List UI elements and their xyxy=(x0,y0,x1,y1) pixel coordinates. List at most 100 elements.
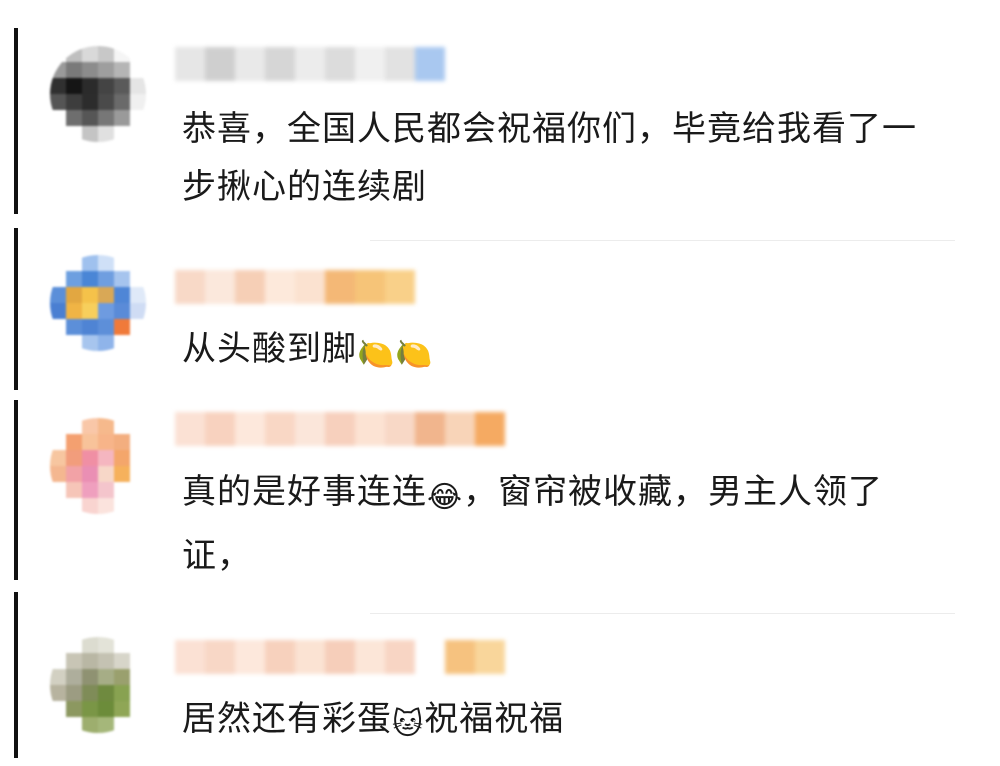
avatar-pixel xyxy=(130,637,146,653)
avatar-pixel xyxy=(82,126,98,142)
avatar-pixel xyxy=(98,78,114,94)
avatar-pixel xyxy=(50,78,66,94)
avatar-pixel xyxy=(130,303,146,319)
username-pixel xyxy=(415,47,445,81)
username-pixel xyxy=(205,640,235,674)
avatar-pixel xyxy=(130,287,146,303)
avatar-pixel xyxy=(50,110,66,126)
avatar-pixel xyxy=(66,255,82,271)
username-pixel xyxy=(295,270,325,304)
comment-text: 居然还有彩蛋🐱祝福祝福 xyxy=(182,690,930,754)
avatar-pixel xyxy=(66,62,82,78)
avatar-pixel xyxy=(98,434,114,450)
avatar-pixel xyxy=(66,482,82,498)
avatar-pixel xyxy=(82,434,98,450)
cat-emoji-icon: 🐱 xyxy=(392,707,425,742)
username-blurred[interactable] xyxy=(175,412,505,446)
avatar-pixel xyxy=(98,319,114,335)
avatar-pixel xyxy=(66,701,82,717)
username-pixel xyxy=(205,270,235,304)
avatar-pixel xyxy=(82,669,98,685)
username-pixel xyxy=(175,412,205,446)
avatar-pixel xyxy=(82,319,98,335)
username-pixel xyxy=(385,640,415,674)
avatar-pixel xyxy=(82,271,98,287)
avatar-pixel xyxy=(130,701,146,717)
avatar-pixel xyxy=(82,94,98,110)
avatar-pixel xyxy=(130,46,146,62)
avatar-pixel xyxy=(114,653,130,669)
username-blurred[interactable] xyxy=(175,270,415,304)
comment-marker xyxy=(14,28,18,214)
avatar[interactable] xyxy=(50,255,146,351)
avatar-pixel xyxy=(130,498,146,514)
avatar-pixel xyxy=(50,653,66,669)
avatar-pixel xyxy=(50,482,66,498)
avatar-pixel xyxy=(114,498,130,514)
avatar-pixel xyxy=(50,94,66,110)
username-pixel xyxy=(445,640,475,674)
username-pixel xyxy=(415,412,445,446)
avatar-pixel xyxy=(130,335,146,351)
avatar-pixel xyxy=(114,482,130,498)
username-pixel xyxy=(355,270,385,304)
avatar-pixel xyxy=(66,94,82,110)
avatar-pixel xyxy=(82,46,98,62)
username-pixel xyxy=(475,412,505,446)
username-pixel xyxy=(265,47,295,81)
avatar-pixel xyxy=(98,255,114,271)
avatar-pixel xyxy=(130,94,146,110)
username-blurred[interactable] xyxy=(175,47,445,81)
avatar-pixel xyxy=(82,287,98,303)
avatar-pixel xyxy=(66,335,82,351)
avatar-pixel xyxy=(98,466,114,482)
username-pixel xyxy=(325,47,355,81)
username-pixel xyxy=(355,47,385,81)
avatar-pixel xyxy=(130,62,146,78)
avatar[interactable] xyxy=(50,46,146,142)
username-pixel xyxy=(355,640,385,674)
avatar-pixel xyxy=(130,717,146,733)
comment-marker xyxy=(14,228,18,390)
avatar-pixel xyxy=(82,450,98,466)
username-pixel xyxy=(295,47,325,81)
avatar[interactable] xyxy=(50,418,146,514)
avatar-pixel xyxy=(130,271,146,287)
avatar[interactable] xyxy=(50,637,146,733)
avatar-pixel xyxy=(50,287,66,303)
avatar-pixel xyxy=(130,685,146,701)
avatar-pixel xyxy=(66,669,82,685)
username-pixel xyxy=(205,47,235,81)
avatar-pixel xyxy=(50,450,66,466)
username-pixel xyxy=(325,270,355,304)
username-pixel xyxy=(445,412,475,446)
username-pixel xyxy=(475,640,505,674)
username-pixel xyxy=(265,640,295,674)
comment-text: 恭喜，全国人民都会祝福你们，毕竟给我看了一步揪心的连续剧 xyxy=(182,109,917,207)
username-pixel xyxy=(295,412,325,446)
avatar-pixel xyxy=(50,271,66,287)
avatar-pixel xyxy=(66,653,82,669)
avatar-pixel xyxy=(50,255,66,271)
avatar-pixel xyxy=(50,418,66,434)
avatar-pixel xyxy=(66,78,82,94)
comment-text: 真的是好事连连😂，窗帘被收藏，男主人领了证， xyxy=(182,463,930,585)
avatar-pixel xyxy=(82,482,98,498)
avatar-pixel xyxy=(50,637,66,653)
comment-text: 从头酸到脚🍋🍋 xyxy=(182,320,930,384)
avatar-pixel xyxy=(98,669,114,685)
divider xyxy=(370,613,955,614)
avatar-pixel xyxy=(114,319,130,335)
avatar-pixel xyxy=(98,450,114,466)
avatar-pixel xyxy=(66,271,82,287)
avatar-pixel xyxy=(82,637,98,653)
avatar-pixel xyxy=(66,685,82,701)
avatar-pixel xyxy=(114,434,130,450)
avatar-pixel xyxy=(66,110,82,126)
username-pixel xyxy=(295,640,325,674)
username-blurred[interactable] xyxy=(175,640,505,674)
avatar-pixel xyxy=(130,450,146,466)
avatar-pixel xyxy=(98,94,114,110)
avatar-pixel xyxy=(66,319,82,335)
avatar-pixel xyxy=(114,62,130,78)
